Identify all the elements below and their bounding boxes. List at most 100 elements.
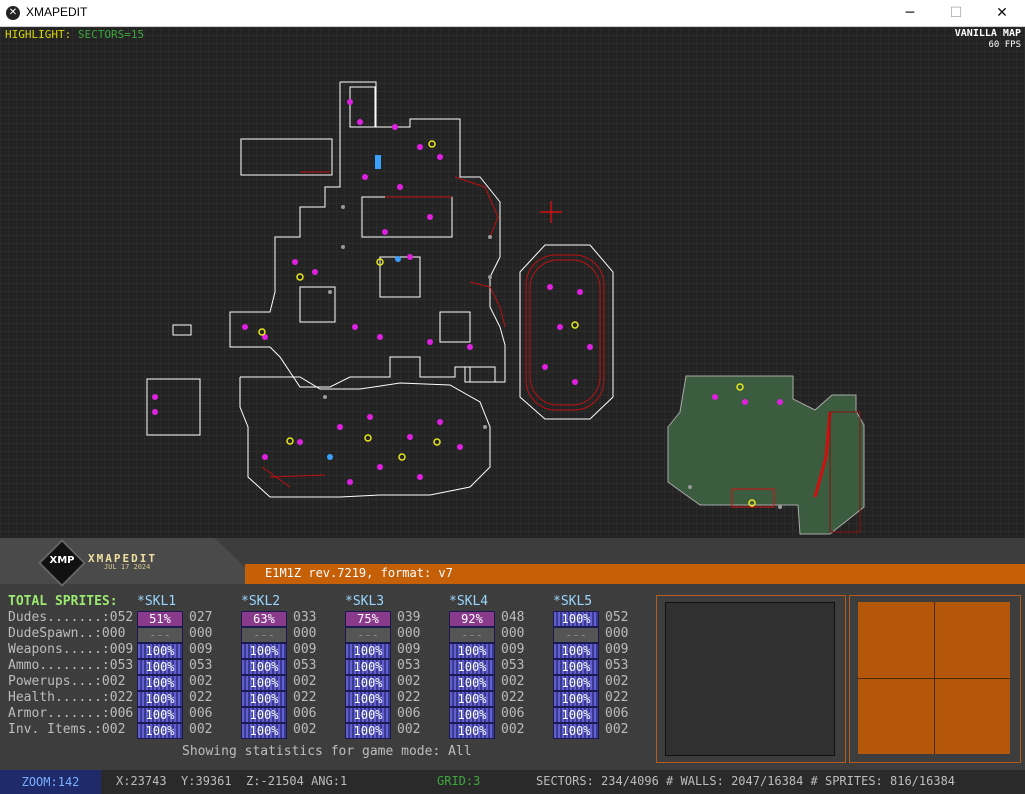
statistics-panel: XMP XMAPEDIT JUL 17 2024 E1M1Z rev.7219,… [0,538,1025,770]
skill-count: 009 [605,642,629,657]
skill-percent-box: 100% [449,659,495,675]
highlight-value: SECTORS=15 [77,28,145,41]
skill-count: 000 [605,626,629,641]
stats-row: Powerups...:002 100% 002 100% 002 100% 002 100%… [8,674,648,691]
texture-preview-right[interactable] [849,595,1021,763]
skill-count: 053 [605,658,629,673]
map-type-label: VANILLA MAP [954,28,1021,39]
skill-percent-box: 100% [553,659,599,675]
fps-counter: 60 FPS [988,40,1021,50]
skill-percent-box: --- [345,627,391,643]
texture-preview-left-image [665,602,835,756]
skill-percent-box: 100% [553,611,599,627]
skill-percent-box: 100% [137,707,183,723]
skill-percent-box: 100% [553,723,599,739]
skill-percent-box: 100% [553,707,599,723]
minimize-button[interactable]: ─ [887,0,933,26]
skill-percent-box: 100% [137,675,183,691]
skill-header[interactable]: *SKL1 [137,594,176,609]
skill-percent-box: --- [449,627,495,643]
skill-header[interactable]: *SKL2 [241,594,280,609]
skill-count: 006 [605,706,629,721]
texture-preview-left[interactable] [656,595,846,763]
stats-row-label: Powerups...:002 [8,674,126,689]
skill-percent-box: 100% [345,723,391,739]
skill-count: 002 [501,722,525,737]
skill-count: 002 [501,674,525,689]
map-viewport[interactable]: HIGHLIGHT: SECTORS=15 VANILLA MAP 60 FPS [0,27,1025,538]
skill-count: 022 [293,690,317,705]
skill-count: 002 [397,674,421,689]
skill-count: 002 [397,722,421,737]
status-bar: ZOOM:142 X:23743 Y:39361 Z:-21504 ANG:1 … [0,770,1025,794]
skill-count: 053 [293,658,317,673]
skill-count: 009 [501,642,525,657]
skill-percent-box: --- [137,627,183,643]
skill-percent-box: 100% [345,675,391,691]
skill-count: 000 [501,626,525,641]
skill-count: 022 [397,690,421,705]
skill-count: 033 [293,610,317,625]
skill-header[interactable]: *SKL5 [553,594,592,609]
close-button[interactable]: ✕ [979,0,1025,26]
skill-percent-box: 100% [449,643,495,659]
skill-header[interactable]: *SKL3 [345,594,384,609]
skill-count: 006 [189,706,213,721]
skill-percent-box: 100% [137,659,183,675]
stats-row-label: Inv. Items.:002 [8,722,126,737]
stats-row-label: Weapons.....:009 [8,642,134,657]
crosshair-line [934,602,935,754]
skill-percent-box: 100% [345,691,391,707]
cursor-coordinates: X:23743 Y:39361 Z:-21504 ANG:1 [116,774,348,788]
map-info-bar: E1M1Z rev.7219, format: v7 [245,564,1025,584]
skill-percent-box: 100% [449,691,495,707]
stats-row: Weapons.....:009 100% 009 100% 009 100% 009 100… [8,642,648,659]
skill-count: 009 [397,642,421,657]
stats-row-label: Ammo........:053 [8,658,134,673]
stats-row: Dudes.......:052 51% 027 63% 033 75% 039 92% 048… [8,610,648,627]
skill-count: 002 [605,674,629,689]
skill-percent-box: --- [553,627,599,643]
stats-row: Health......:022 100% 022 100% 022 100% 022 100… [8,690,648,707]
highlight-label: HIGHLIGHT: [5,28,72,41]
stats-row: DudeSpawn..:000 --- 000 --- 000 --- 000 --- 000-… [8,626,648,643]
skill-percent-box: 100% [241,707,287,723]
skill-percent-box: 100% [137,643,183,659]
skill-percent-box: 100% [137,723,183,739]
skill-count: 002 [189,674,213,689]
skill-count: 006 [501,706,525,721]
maximize-button[interactable]: ☐ [933,0,979,26]
skill-count: 009 [189,642,213,657]
title-bar: ✕ XMAPEDIT ─ ☐ ✕ [0,0,1025,27]
skill-percent-box: --- [241,627,287,643]
skill-count: 053 [189,658,213,673]
skill-count: 027 [189,610,213,625]
skill-count: 039 [397,610,421,625]
skill-percent-box: 100% [137,691,183,707]
skill-header[interactable]: *SKL4 [449,594,488,609]
stats-row: Armor.......:006 100% 006 100% 006 100% 006 100… [8,706,648,723]
skill-count: 022 [189,690,213,705]
skill-count: 022 [501,690,525,705]
skill-count: 048 [501,610,525,625]
logo-badge: XMP [49,555,75,566]
stats-row-label: Armor.......:006 [8,706,134,721]
skill-percent-box: 100% [241,675,287,691]
skill-percent-box: 100% [553,643,599,659]
skill-percent-box: 75% [345,611,391,627]
skill-percent-box: 100% [241,643,287,659]
zoom-readout: ZOOM:142 [0,770,101,794]
skill-percent-box: 100% [553,675,599,691]
skill-percent-box: 63% [241,611,287,627]
skill-count: 006 [397,706,421,721]
stats-footer-note: Showing statistics for game mode: All [182,744,472,759]
skill-percent-box: 100% [449,723,495,739]
texture-preview-right-image [858,602,1010,754]
skill-percent-box: 100% [345,707,391,723]
stats-row: Inv. Items.:002 100% 002 100% 002 100% 002 100%… [8,722,648,739]
stats-row: Ammo........:053 100% 053 100% 053 100% 053 100… [8,658,648,675]
map-canvas[interactable] [0,27,1025,538]
skill-percent-box: 100% [241,723,287,739]
skill-count: 053 [397,658,421,673]
skill-percent-box: 100% [241,659,287,675]
